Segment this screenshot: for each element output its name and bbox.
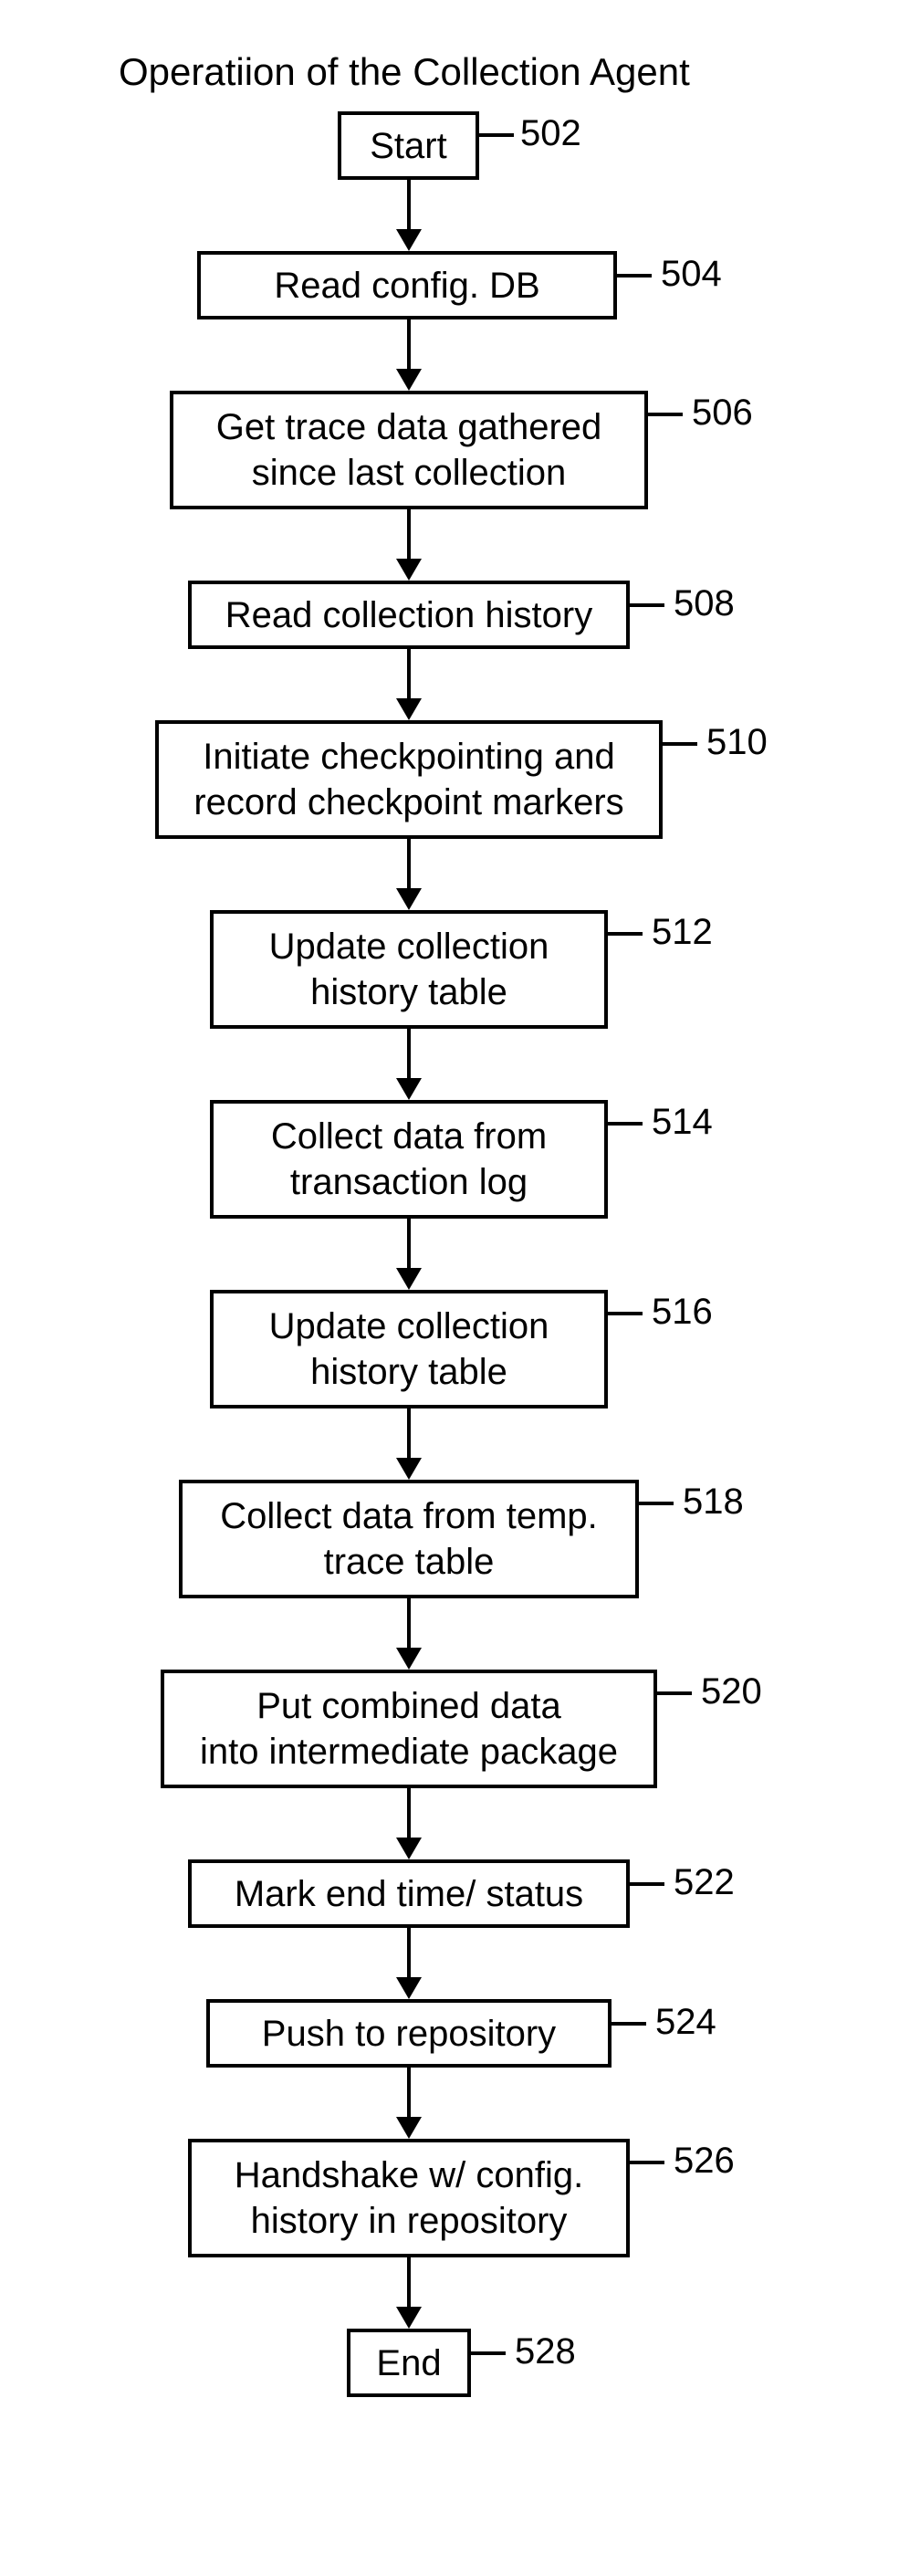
arrow-head-icon: [396, 1078, 422, 1100]
ref-connector: [663, 742, 697, 746]
step-label: Mark end time/ status: [235, 1871, 583, 1917]
arrow-head-icon: [396, 2307, 422, 2329]
arrow-line: [407, 180, 411, 231]
arrow-head-icon: [396, 888, 422, 910]
step-end: End: [347, 2329, 471, 2397]
step-ref: 526: [674, 2141, 735, 2182]
arrow-line: [407, 2068, 411, 2119]
ref-connector: [617, 274, 652, 277]
step-read-config: Read config. DB: [197, 251, 617, 319]
ref-connector: [639, 1502, 674, 1505]
flowchart-canvas: Operatiion of the Collection Agent Start…: [0, 0, 899, 2576]
arrow-line: [407, 839, 411, 890]
step-push-repo: Push to repository: [206, 1999, 612, 2068]
step-combine-package: Put combined datainto intermediate packa…: [161, 1670, 657, 1788]
step-collect-trace: Collect data from temp.trace table: [179, 1480, 639, 1598]
arrow-line: [407, 509, 411, 560]
step-ref: 522: [674, 1862, 735, 1903]
ref-connector: [648, 413, 683, 416]
step-ref: 506: [692, 393, 753, 434]
step-update-history-1: Update collectionhistory table: [210, 910, 608, 1029]
arrow-head-icon: [396, 698, 422, 720]
arrow-head-icon: [396, 1838, 422, 1859]
step-ref: 528: [515, 2331, 576, 2372]
step-ref: 514: [652, 1102, 713, 1143]
ref-connector: [608, 932, 643, 936]
step-ref: 516: [652, 1292, 713, 1333]
arrow-head-icon: [396, 1648, 422, 1670]
ref-connector: [608, 1312, 643, 1315]
step-label: Update collectionhistory table: [269, 1304, 549, 1395]
arrow-head-icon: [396, 229, 422, 251]
arrow-head-icon: [396, 1458, 422, 1480]
ref-connector: [630, 603, 664, 607]
step-label: Update collectionhistory table: [269, 924, 549, 1015]
step-label: Put combined datainto intermediate packa…: [200, 1683, 618, 1775]
diagram-title: Operatiion of the Collection Agent: [119, 50, 690, 94]
step-ref: 502: [520, 113, 581, 154]
step-label: Start: [370, 123, 446, 169]
ref-connector: [608, 1122, 643, 1126]
step-update-history-2: Update collectionhistory table: [210, 1290, 608, 1408]
step-label: Collect data fromtransaction log: [271, 1114, 547, 1205]
step-ref: 518: [683, 1482, 744, 1523]
step-ref: 508: [674, 583, 735, 624]
step-label: Collect data from temp.trace table: [220, 1493, 598, 1585]
arrow-head-icon: [396, 369, 422, 391]
arrow-line: [407, 1219, 411, 1270]
step-label: Initiate checkpointing andrecord checkpo…: [193, 734, 623, 825]
arrow-head-icon: [396, 2117, 422, 2139]
arrow-line: [407, 1029, 411, 1080]
ref-connector: [630, 2161, 664, 2164]
step-label: Handshake w/ config.history in repositor…: [235, 2152, 583, 2244]
step-label: End: [376, 2340, 441, 2386]
arrow-head-icon: [396, 1977, 422, 1999]
ref-connector: [612, 2022, 646, 2026]
arrow-head-icon: [396, 1268, 422, 1290]
step-ref: 504: [661, 254, 722, 295]
ref-connector: [471, 2351, 506, 2355]
arrow-line: [407, 1408, 411, 1460]
step-ref: 524: [655, 2002, 716, 2043]
arrow-head-icon: [396, 559, 422, 581]
step-label: Read config. DB: [274, 263, 539, 309]
arrow-line: [407, 319, 411, 371]
step-read-history: Read collection history: [188, 581, 630, 649]
step-collect-txn-log: Collect data fromtransaction log: [210, 1100, 608, 1219]
step-get-trace: Get trace data gatheredsince last collec…: [170, 391, 648, 509]
step-mark-end: Mark end time/ status: [188, 1859, 630, 1928]
step-handshake: Handshake w/ config.history in repositor…: [188, 2139, 630, 2257]
step-checkpoint: Initiate checkpointing andrecord checkpo…: [155, 720, 663, 839]
arrow-line: [407, 1788, 411, 1839]
arrow-line: [407, 1598, 411, 1649]
step-start: Start: [338, 111, 479, 180]
arrow-line: [407, 649, 411, 700]
arrow-line: [407, 2257, 411, 2309]
step-label: Push to repository: [262, 2011, 556, 2057]
ref-connector: [479, 133, 514, 137]
step-ref: 520: [701, 1671, 762, 1712]
step-ref: 512: [652, 912, 713, 953]
ref-connector: [657, 1691, 692, 1695]
ref-connector: [630, 1882, 664, 1886]
step-ref: 510: [706, 722, 768, 763]
step-label: Read collection history: [225, 592, 592, 638]
arrow-line: [407, 1928, 411, 1979]
step-label: Get trace data gatheredsince last collec…: [216, 404, 602, 496]
